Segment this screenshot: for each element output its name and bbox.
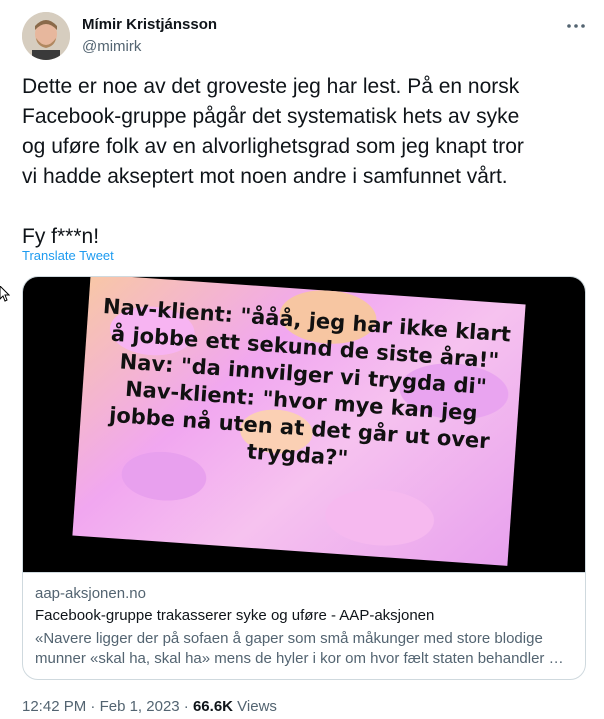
card-info[interactable]: aap-aksjonen.no Facebook-gruppe trakasse… — [23, 572, 585, 679]
avatar[interactable] — [22, 12, 70, 60]
tweet-meta: 12:42 PM · Feb 1, 2023 · 66.6K Views — [22, 698, 277, 715]
tweet-text: Dette er noe av det groveste jeg har les… — [22, 75, 524, 248]
card-image[interactable]: Nav-klient: "ååå, jeg har ikke klart å j… — [23, 277, 585, 572]
tweet-time[interactable]: 12:42 PM — [22, 698, 86, 715]
translate-tweet-link[interactable]: Translate Tweet — [22, 248, 114, 263]
meta-separator-2: · — [179, 698, 193, 715]
views-count: 66.6K — [192, 698, 233, 715]
meta-separator: · — [86, 698, 100, 715]
author-name[interactable]: Mímir Kristjánsson — [82, 16, 217, 33]
link-card[interactable]: Nav-klient: "ååå, jeg har ikke klart å j… — [22, 276, 586, 680]
card-domain: aap-aksjonen.no — [35, 585, 146, 602]
views-label: Views — [233, 698, 277, 715]
tweet-header: Mímir Kristjánsson @mimirk — [22, 12, 588, 60]
meme-text: Nav-klient: "ååå, jeg har ikke klart å j… — [102, 294, 512, 471]
avatar-image — [22, 12, 70, 60]
card-title: Facebook-gruppe trakasserer syke og ufør… — [35, 607, 435, 624]
meme-image: Nav-klient: "ååå, jeg har ikke klart å j… — [72, 277, 526, 566]
tweet-date[interactable]: Feb 1, 2023 — [100, 698, 180, 715]
card-description: «Navere ligger der på sofaen å gaper som… — [35, 630, 564, 667]
author-handle[interactable]: @mimirk — [82, 38, 141, 55]
mouse-cursor-icon — [0, 286, 10, 302]
more-horizontal-icon[interactable] — [564, 14, 588, 38]
